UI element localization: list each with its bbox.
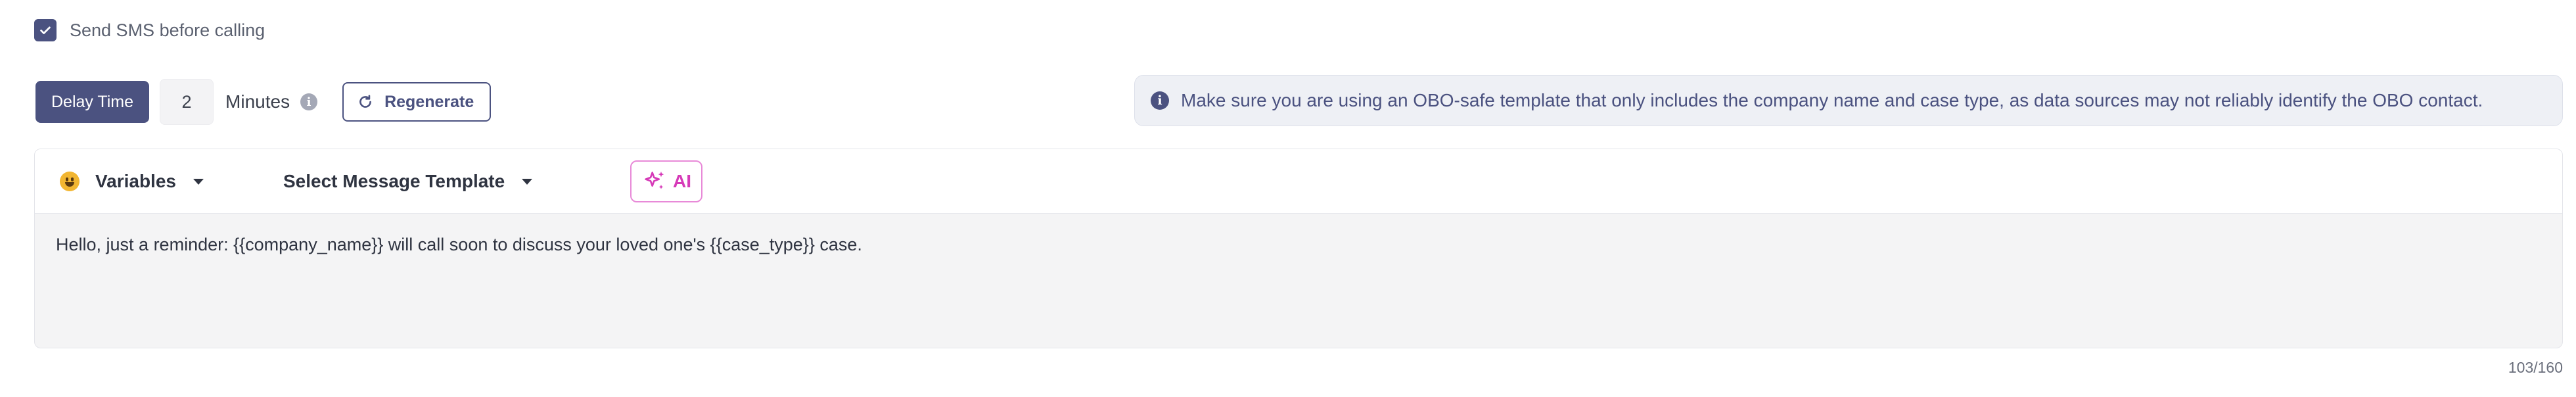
ai-button[interactable]: AI [630,160,702,202]
sms-settings-panel: Send SMS before calling Delay Time 2 Min… [0,0,2576,397]
variables-label: Variables [95,171,176,191]
message-template-dropdown[interactable]: Select Message Template [283,149,533,214]
variables-dropdown[interactable]: Variables [60,149,204,214]
delay-row: Delay Time 2 Minutes i Regenerate [35,79,492,125]
delay-minutes-input[interactable]: 2 [160,79,214,125]
chevron-down-icon [522,178,533,185]
emoji-icon [60,172,80,191]
character-counter: 103/160 [2508,359,2563,376]
sparkles-icon [645,172,664,189]
checkmark-icon [40,26,51,34]
message-editor: Variables Select Message Template AI Hel… [34,149,2563,348]
chevron-down-icon [193,178,204,185]
info-icon[interactable]: i [300,93,318,110]
ai-label: AI [673,171,691,191]
regenerate-label: Regenerate [384,92,474,111]
minutes-label: Minutes [225,91,290,112]
refresh-icon [359,95,371,108]
info-icon: i [1151,91,1169,110]
send-sms-checkbox[interactable] [34,19,57,41]
message-textarea[interactable]: Hello, just a reminder: {{company_name}}… [35,214,2562,255]
template-label: Select Message Template [283,171,505,191]
editor-toolbar: Variables Select Message Template AI [35,149,2562,214]
banner-text: Make sure you are using an OBO-safe temp… [1181,90,2483,110]
obo-info-banner: i Make sure you are using an OBO-safe te… [1134,75,2563,126]
regenerate-button[interactable]: Regenerate [342,82,492,122]
send-sms-label[interactable]: Send SMS before calling [70,20,265,41]
send-sms-row[interactable]: Send SMS before calling [34,17,265,43]
delay-time-button[interactable]: Delay Time [35,81,150,123]
